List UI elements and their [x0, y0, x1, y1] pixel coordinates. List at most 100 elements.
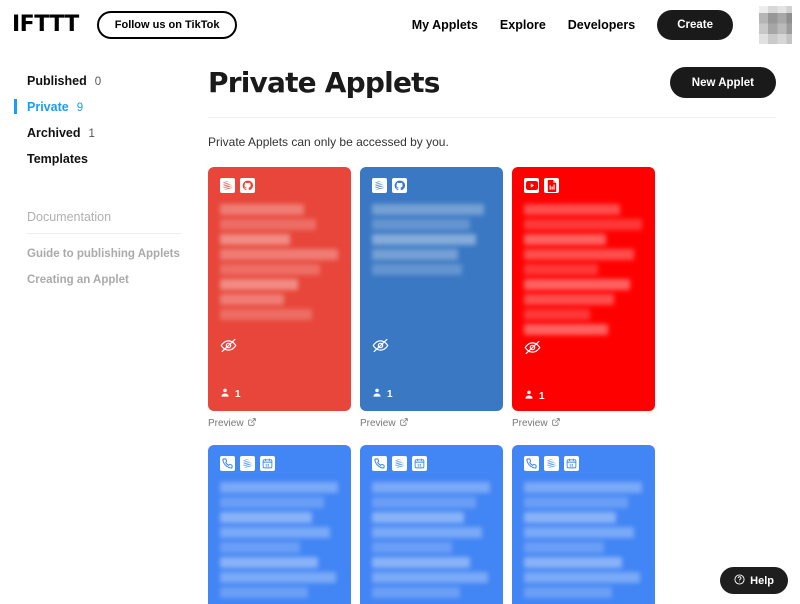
redacted-text-line: [524, 264, 598, 275]
member-count-value: 1: [539, 390, 545, 402]
preview-label: Preview: [512, 418, 548, 429]
nav-explore[interactable]: Explore: [500, 18, 546, 32]
nav-developers[interactable]: Developers: [568, 18, 635, 32]
redacted-text-line: [220, 542, 300, 553]
applet-card[interactable]: 1: [208, 167, 351, 411]
preview-link[interactable]: Preview: [208, 418, 351, 429]
redacted-text-line: [524, 219, 642, 230]
redacted-text-line: [220, 219, 316, 230]
applet-title-redacted: [220, 482, 339, 602]
sidebar: Published 0 Private 9 Archived 1 Templat…: [0, 50, 208, 604]
help-button[interactable]: Help: [720, 567, 788, 594]
redacted-text-line: [372, 497, 476, 508]
redacted-text-line: [524, 482, 642, 493]
sidebar-item-private[interactable]: Private 9: [0, 94, 208, 120]
stripes-icon: [372, 178, 387, 193]
applet-card[interactable]: 31: [360, 445, 503, 604]
preview-link[interactable]: Preview: [360, 418, 503, 429]
redacted-text-line: [372, 264, 462, 275]
member-count-value: 1: [235, 388, 241, 400]
redacted-text-line: [372, 249, 458, 260]
applet-title-redacted: [524, 482, 643, 602]
docs-link-guide-publishing[interactable]: Guide to publishing Applets: [27, 248, 208, 260]
user-avatar[interactable]: [759, 6, 792, 44]
redacted-text-line: [524, 572, 640, 583]
redacted-text-line: [372, 557, 470, 568]
sidebar-item-templates[interactable]: Templates: [0, 146, 208, 172]
redacted-text-line: [220, 497, 324, 508]
sidebar-item-count: 0: [94, 76, 102, 88]
member-count: 1: [372, 387, 491, 401]
applet-title-redacted: [220, 204, 339, 324]
sidebar-item-label: Templates: [27, 152, 88, 166]
applet-title-redacted: [372, 482, 491, 602]
service-icon-row: 31: [372, 456, 491, 471]
redacted-text-line: [524, 204, 620, 215]
redacted-text-line: [372, 527, 482, 538]
applet-card[interactable]: 31: [208, 445, 351, 604]
applet-grid: 1 Preview 1 Preview 1 Preview 31 31 31: [208, 167, 776, 604]
redacted-text-line: [372, 572, 488, 583]
calendar-icon: 31: [564, 456, 579, 471]
create-button[interactable]: Create: [657, 10, 733, 40]
redacted-text-line: [524, 294, 614, 305]
applet-card[interactable]: 31: [512, 445, 655, 604]
ifttt-logo[interactable]: IFTTT: [12, 14, 79, 36]
github-icon: [392, 178, 407, 193]
phone-icon: [372, 456, 387, 471]
redacted-text-line: [220, 249, 338, 260]
person-icon: [220, 387, 230, 401]
applet-card[interactable]: 1: [360, 167, 503, 411]
redacted-text-line: [220, 527, 330, 538]
applet-card-wrapper: 1 Preview: [208, 167, 351, 429]
redacted-text-line: [524, 497, 628, 508]
sidebar-item-published[interactable]: Published 0: [0, 68, 208, 94]
eye-off-icon: [524, 339, 643, 361]
applet-card-wrapper: 1 Preview: [360, 167, 503, 429]
redacted-text-line: [524, 279, 630, 290]
nav-my-applets[interactable]: My Applets: [412, 18, 478, 32]
header-nav: My Applets Explore Developers Create: [412, 6, 800, 44]
redacted-text-line: [372, 587, 460, 598]
redacted-text-line: [372, 234, 476, 245]
service-icon-row: 31: [220, 456, 339, 471]
github-icon: [240, 178, 255, 193]
youtube-icon: [524, 178, 539, 193]
redacted-text-line: [220, 204, 304, 215]
stripes-icon: [220, 178, 235, 193]
preview-link[interactable]: Preview: [512, 418, 655, 429]
page-subtitle: Private Applets can only be accessed by …: [208, 135, 449, 149]
preview-label: Preview: [208, 418, 244, 429]
member-count: 1: [220, 387, 339, 401]
new-applet-button[interactable]: New Applet: [669, 67, 776, 98]
redacted-text-line: [372, 512, 464, 523]
redacted-text-line: [220, 309, 312, 320]
service-icon-row: [524, 178, 643, 193]
page-title: Private Applets: [208, 66, 440, 99]
redacted-text-line: [220, 294, 284, 305]
external-link-icon: [399, 418, 408, 429]
help-label: Help: [750, 574, 774, 587]
person-icon: [372, 387, 382, 401]
redacted-text-line: [524, 309, 590, 320]
docs-link-creating-applet[interactable]: Creating an Applet: [27, 274, 208, 286]
page-layout: Published 0 Private 9 Archived 1 Templat…: [0, 50, 800, 604]
redacted-text-line: [524, 527, 634, 538]
phone-icon: [524, 456, 539, 471]
applet-card[interactable]: 1: [512, 167, 655, 411]
member-count: 1: [524, 389, 643, 403]
stripes-icon: [240, 456, 255, 471]
redacted-text-line: [372, 482, 490, 493]
redacted-text-line: [220, 279, 298, 290]
svg-text:31: 31: [569, 462, 574, 467]
main-content: Private Applets New Applet Private Apple…: [208, 50, 800, 604]
applet-title-redacted: [524, 204, 643, 339]
sidebar-item-label: Private: [27, 100, 69, 114]
sidebar-item-archived[interactable]: Archived 1: [0, 120, 208, 146]
eye-off-icon: [372, 337, 491, 359]
redacted-text-line: [524, 249, 634, 260]
external-link-icon: [247, 418, 256, 429]
redacted-text-line: [220, 234, 290, 245]
applet-card-wrapper: 31: [512, 445, 655, 604]
follow-tiktok-button[interactable]: Follow us on TikTok: [96, 11, 238, 39]
